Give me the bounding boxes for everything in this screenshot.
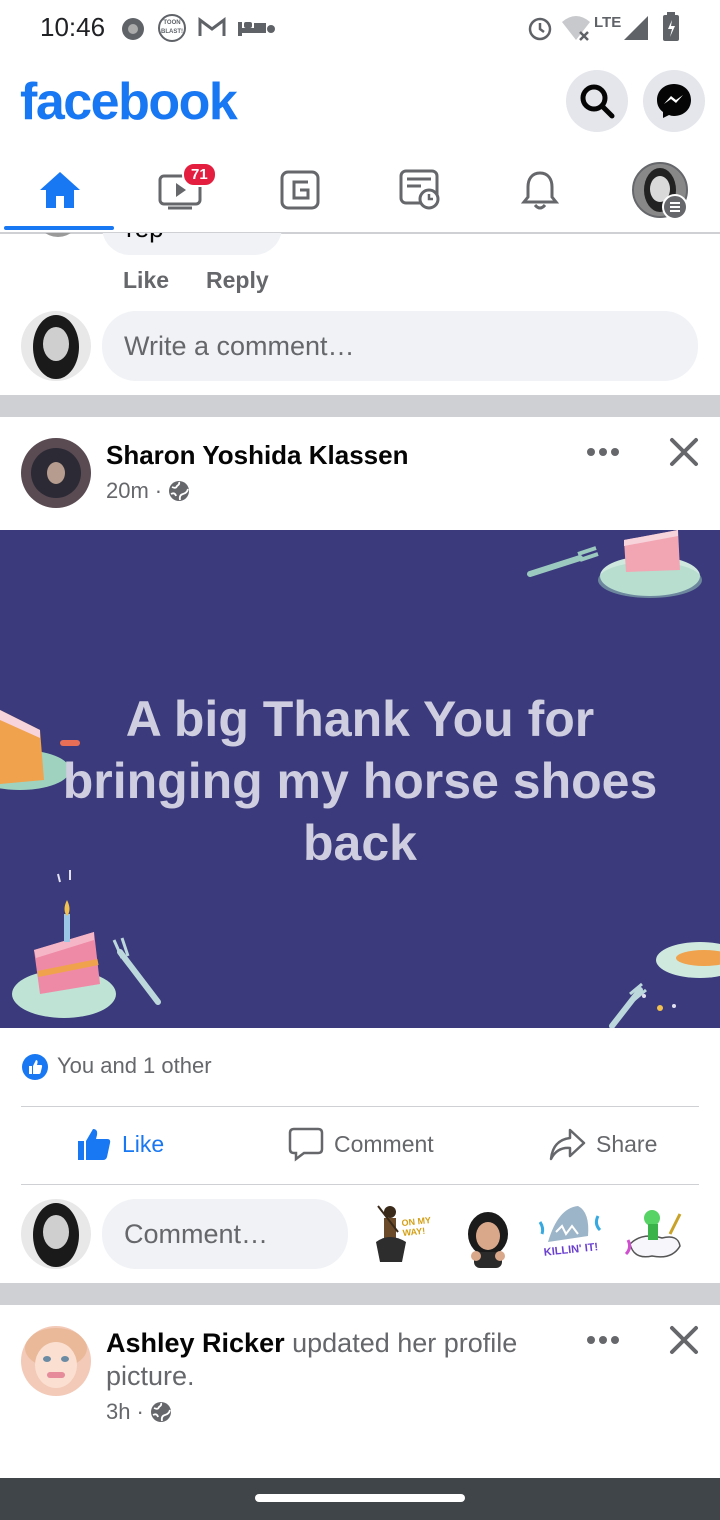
tab-watch[interactable]: 71 (120, 148, 240, 232)
home-gesture-handle[interactable] (255, 1494, 465, 1502)
commenter-avatar (36, 233, 80, 237)
news-icon (399, 169, 440, 210)
sticker-killin-it[interactable]: KILLIN' IT! (538, 1202, 604, 1268)
like-reaction-icon (22, 1054, 48, 1080)
gaming-icon (280, 170, 320, 210)
next-post-meta: 3h · (106, 1399, 172, 1425)
sticker-on-my-way[interactable]: ON MY WAY! (368, 1202, 440, 1268)
reaction-divider (21, 1106, 699, 1107)
comment-label: Comment (334, 1130, 434, 1157)
close-icon-2[interactable] (668, 1324, 700, 1356)
comment-icon (288, 1127, 324, 1162)
more-options-icon-2[interactable] (585, 1330, 621, 1350)
main-nav: 71 (0, 148, 720, 234)
feed-separator (0, 395, 720, 417)
circle-app-icon (122, 18, 144, 40)
next-post-time: 3h (106, 1399, 131, 1424)
post-meta: 20m · (106, 478, 190, 504)
cake-slice-top-illustration (527, 530, 702, 598)
tab-notifications[interactable] (480, 148, 600, 232)
next-post-author-avatar[interactable] (21, 1326, 91, 1396)
share-icon (549, 1128, 586, 1161)
bed-icon (238, 22, 266, 36)
comment-button[interactable]: Comment (288, 1126, 434, 1162)
dot-icon (267, 25, 275, 33)
tab-gaming[interactable] (240, 148, 360, 232)
tab-menu[interactable] (600, 148, 720, 232)
sticker-avatar-thumbs[interactable] (462, 1210, 514, 1268)
next-post-author-name[interactable]: Ashley Ricker (106, 1328, 285, 1358)
post-image-text: A big Thank You for bringing my horse sh… (62, 691, 658, 871)
home-icon (40, 172, 80, 208)
share-label: Share (596, 1130, 658, 1157)
next-post-headline: Ashley Ricker updated her profile pictur… (106, 1327, 556, 1393)
comment-like-link[interactable]: Like (123, 267, 169, 294)
network-type: LTE (594, 14, 622, 31)
gmail-icon (198, 17, 226, 36)
alarm-icon (528, 17, 552, 41)
signal-icon (624, 16, 648, 40)
status-time: 10:46 (40, 12, 106, 42)
wifi-icon (562, 16, 590, 41)
facebook-logo[interactable]: facebook (20, 72, 238, 132)
write-comment-input[interactable]: Write a comment… (102, 311, 698, 381)
feed-separator-2 (0, 1283, 720, 1305)
search-button[interactable] (566, 70, 628, 132)
search-icon (580, 84, 615, 119)
post-author-name[interactable]: Sharon Yoshida Klassen (106, 440, 408, 471)
tab-news[interactable] (360, 148, 480, 232)
messenger-button[interactable] (643, 70, 705, 132)
comment-reply-link[interactable]: Reply (206, 267, 269, 294)
bell-icon (520, 171, 560, 210)
globe-icon (169, 481, 190, 501)
unicorn-sticker-icon (624, 1210, 682, 1258)
commenter-self-avatar (21, 1199, 91, 1269)
menu-hamburger-icon (662, 194, 688, 220)
sticker-caption: ON MY WAY! (401, 1215, 432, 1239)
like-button[interactable]: Like (76, 1126, 164, 1162)
meta-separator: · (154, 478, 163, 503)
tab-home[interactable] (0, 148, 120, 232)
plate-illustration (609, 942, 720, 1028)
toon-blast-icon: TOON BLAST! (158, 14, 186, 42)
like-label: Like (122, 1130, 165, 1157)
status-bar: 10:46 TOON BLAST! LTE (0, 0, 720, 56)
thumbs-up-icon (78, 1129, 111, 1160)
more-options-icon[interactable] (585, 442, 621, 462)
actions-divider (21, 1184, 699, 1185)
birthday-cake-illustration (12, 870, 161, 1018)
share-button[interactable]: Share (548, 1126, 657, 1162)
close-icon[interactable] (668, 436, 700, 468)
battery-icon (663, 12, 679, 41)
watch-badge: 71 (182, 162, 217, 187)
post-author-avatar[interactable] (21, 438, 91, 508)
globe-icon (150, 1402, 171, 1422)
comment-bubble: rep (102, 233, 282, 255)
meta-separator-2: · (136, 1399, 144, 1424)
sticker-unicorn-rider[interactable] (622, 1204, 688, 1266)
post-comment-input[interactable]: Comment… (102, 1199, 348, 1269)
reaction-summary[interactable]: You and 1 other (57, 1053, 212, 1079)
messenger-icon (657, 84, 691, 118)
avatar-thumbs-up-sticker-icon (468, 1212, 508, 1268)
post-time: 20m (106, 478, 149, 503)
active-tab-indicator (4, 226, 114, 230)
user-avatar (21, 311, 91, 381)
